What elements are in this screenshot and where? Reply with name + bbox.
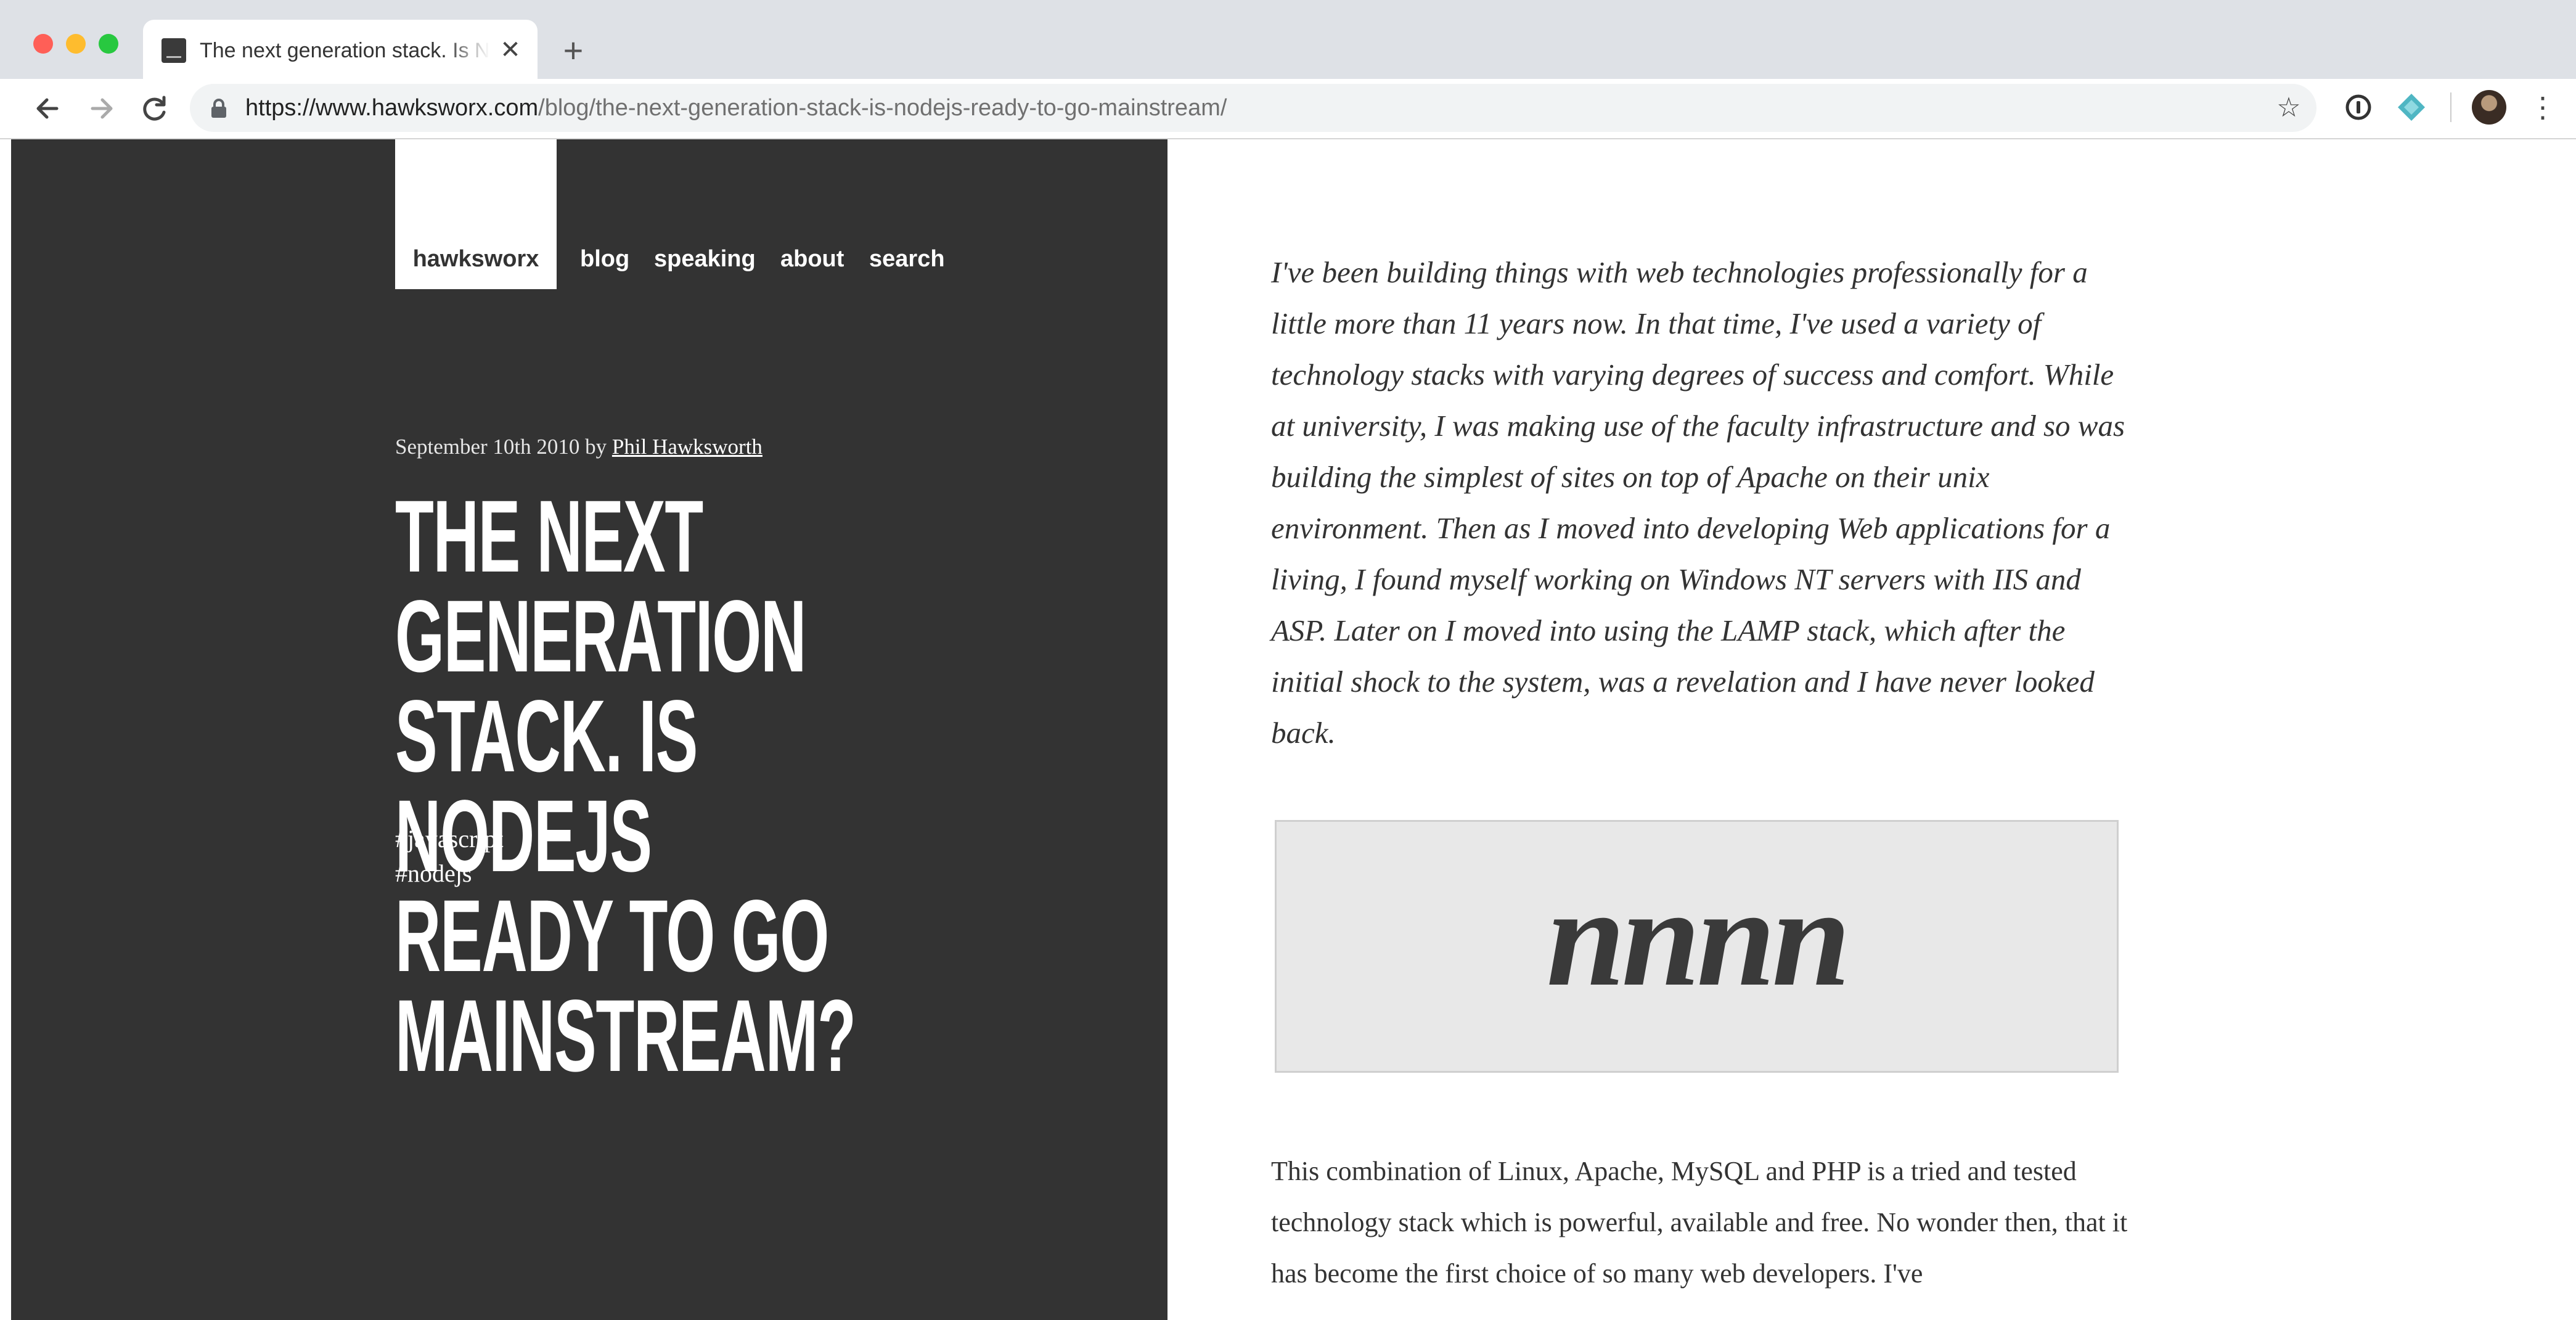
zoom-window-icon[interactable] xyxy=(99,34,118,54)
tab-close-icon[interactable]: ✕ xyxy=(497,35,524,65)
new-tab-button[interactable]: + xyxy=(555,32,592,69)
tab-title[interactable]: The next generation stack. Is NodeJS rea… xyxy=(200,36,489,65)
tag-javascript[interactable]: #javascript xyxy=(395,822,504,856)
diamond-extension-icon[interactable] xyxy=(2394,90,2429,125)
minimize-window-icon[interactable] xyxy=(66,34,86,54)
post-date: September 10th 2010 xyxy=(395,435,580,459)
post-byline: September 10th 2010 by Phil Hawksworth xyxy=(395,432,763,462)
reload-icon[interactable] xyxy=(131,85,178,132)
back-icon[interactable] xyxy=(25,85,72,132)
menu-kebab-icon[interactable]: ⋮ xyxy=(2529,90,2557,125)
toolbar-separator xyxy=(2450,92,2451,122)
post-title: The next generation stack. Is NodeJS rea… xyxy=(395,480,856,1093)
site-logo[interactable]: hawksworx xyxy=(395,240,557,277)
nav-speaking[interactable]: speaking xyxy=(654,242,756,276)
byline-by: by xyxy=(585,435,607,459)
url-host: https://www.hawksworx.com xyxy=(245,95,539,121)
close-window-icon[interactable] xyxy=(33,34,53,54)
post-paragraph: This combination of Linux, Apache, MySQL… xyxy=(1271,1156,2128,1289)
author-link[interactable]: Phil Hawksworth xyxy=(612,435,763,459)
nav-about[interactable]: about xyxy=(780,242,844,276)
post-intro: I've been building things with web techn… xyxy=(1271,255,2125,750)
lock-icon[interactable] xyxy=(210,99,228,118)
password-extension-icon[interactable] xyxy=(2341,90,2376,125)
profile-avatar[interactable] xyxy=(2472,90,2506,125)
post-image-text: nnnn xyxy=(1546,858,1851,1015)
bookmark-star-icon[interactable]: ☆ xyxy=(2272,89,2305,126)
url-text[interactable]: https://www.hawksworx.com/blog/the-next-… xyxy=(245,91,1227,125)
favicon-icon xyxy=(162,38,186,63)
url-path: /blog/the-next-generation-stack-is-nodej… xyxy=(538,95,1227,121)
nav-search[interactable]: search xyxy=(869,242,945,276)
nav-blog[interactable]: blog xyxy=(580,242,629,276)
forward-icon[interactable] xyxy=(78,85,125,132)
tag-nodejs[interactable]: #nodejs xyxy=(395,856,472,891)
